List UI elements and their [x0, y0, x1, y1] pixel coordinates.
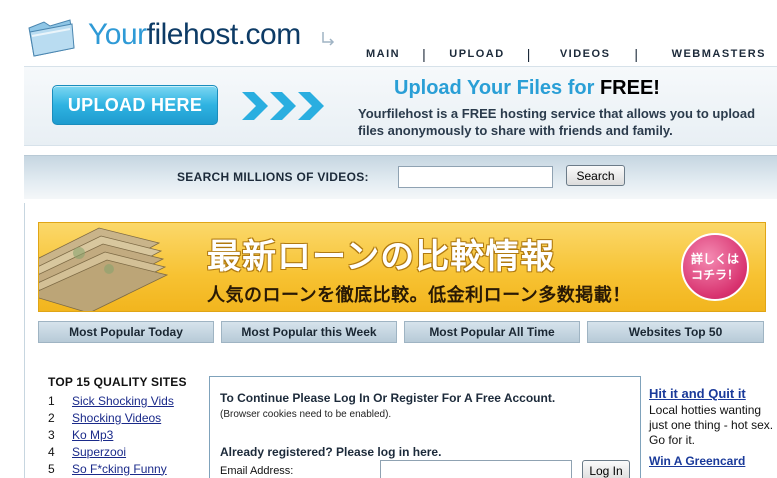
email-label: Email Address: — [220, 465, 294, 477]
site-link[interactable]: Shocking Videos — [72, 411, 161, 425]
nav-main[interactable]: MAIN — [366, 48, 400, 60]
list-item-number: 5 — [48, 461, 55, 476]
upload-title-text: Upload Your Files for — [394, 77, 600, 99]
popular-tabs: Most Popular Today Most Popular this Wee… — [38, 321, 766, 343]
ad-details-badge[interactable]: 詳しくは コチラ！ — [681, 233, 749, 301]
list-item-number: 3 — [48, 427, 55, 442]
upload-description: Yourfilehost is a FREE hosting service t… — [358, 106, 756, 138]
search-label: SEARCH MILLIONS OF VIDEOS: — [177, 170, 369, 184]
folder-icon — [28, 19, 75, 57]
list-item-number: 4 — [48, 444, 55, 459]
site-link[interactable]: Ko Mp3 — [72, 428, 113, 442]
list-item: 2 Shocking Videos — [48, 409, 198, 426]
upload-title: Upload Your Files for FREE! — [394, 77, 660, 100]
top-navigation: MAIN | UPLOAD | VIDEOS | WEBMASTERS — [350, 44, 766, 64]
nav-separator: | — [422, 46, 428, 62]
search-bar: SEARCH MILLIONS OF VIDEOS: Search — [24, 155, 777, 199]
list-item-number: 2 — [48, 410, 55, 425]
upload-here-button[interactable]: UPLOAD HERE — [52, 85, 218, 125]
top-sites-list: TOP 15 QUALITY SITES 1 Sick Shocking Vid… — [48, 375, 198, 477]
ad-text: Local hotties wanting just one thing - h… — [649, 403, 774, 447]
logo-text-part2: filehost.com — [146, 18, 302, 51]
ad-badge-line1: 詳しくは — [690, 252, 739, 266]
nav-videos[interactable]: VIDEOS — [560, 48, 611, 60]
search-input[interactable] — [398, 166, 553, 188]
ad-badge-line2: コチラ！ — [690, 268, 739, 282]
email-field[interactable] — [380, 460, 572, 478]
logo-text-part1: Your — [88, 18, 147, 51]
return-arrow-icon — [322, 32, 335, 46]
list-item: 4 Superzooi — [48, 443, 198, 460]
login-title: To Continue Please Log In Or Register Fo… — [220, 391, 556, 405]
site-link[interactable]: Sick Shocking Vids — [72, 394, 174, 408]
tab-most-popular-week[interactable]: Most Popular this Week — [221, 321, 397, 343]
nav-separator: | — [526, 46, 532, 62]
site-link[interactable]: So F*cking Funny — [72, 462, 167, 476]
upload-title-emphasis: FREE! — [599, 77, 660, 99]
nav-upload[interactable]: UPLOAD — [449, 48, 504, 60]
ad-subheadline: 人気のローンを徹底比較。低金利ローン多数掲載！ — [207, 285, 631, 306]
list-item: 3 Ko Mp3 — [48, 426, 198, 443]
sidebar-ad: Hit it and Quit it Local hotties wanting… — [649, 386, 777, 468]
tab-websites-top-50[interactable]: Websites Top 50 — [587, 321, 764, 343]
banknotes-icon — [39, 227, 169, 311]
loan-ad-banner[interactable]: 最新ローンの比較情報 人気のローンを徹底比較。低金利ローン多数掲載！ 詳しくは … — [38, 222, 766, 312]
site-logo[interactable]: Yourfilehost.com — [24, 14, 335, 64]
nav-webmasters[interactable]: WEBMASTERS — [672, 48, 766, 60]
ad-link-title[interactable]: Hit it and Quit it — [649, 386, 777, 401]
logo-wordmark: Yourfilehost.com — [88, 18, 301, 52]
upload-banner: UPLOAD HERE Upload Your Files for FREE! … — [24, 66, 777, 146]
login-cookie-note: (Browser cookies need to be enabled). — [220, 409, 392, 420]
tab-most-popular-today[interactable]: Most Popular Today — [38, 321, 214, 343]
login-panel: To Continue Please Log In Or Register Fo… — [209, 376, 641, 478]
ad-link-title-2[interactable]: Win A Greencard — [649, 454, 777, 468]
top-sites-title: TOP 15 QUALITY SITES — [48, 375, 187, 389]
list-item: 5 So F*cking Funny — [48, 460, 198, 477]
list-item-number: 1 — [48, 393, 55, 408]
nav-separator: | — [634, 46, 640, 62]
search-button[interactable]: Search — [566, 165, 625, 186]
tab-most-popular-all-time[interactable]: Most Popular All Time — [404, 321, 580, 343]
list-item: 1 Sick Shocking Vids — [48, 392, 198, 409]
site-link[interactable]: Superzooi — [72, 445, 126, 459]
login-subtitle: Already registered? Please log in here. — [220, 445, 442, 459]
chevrons-right-icon — [242, 92, 324, 120]
log-in-button[interactable]: Log In — [582, 460, 630, 478]
ad-headline: 最新ローンの比較情報 — [207, 237, 556, 277]
